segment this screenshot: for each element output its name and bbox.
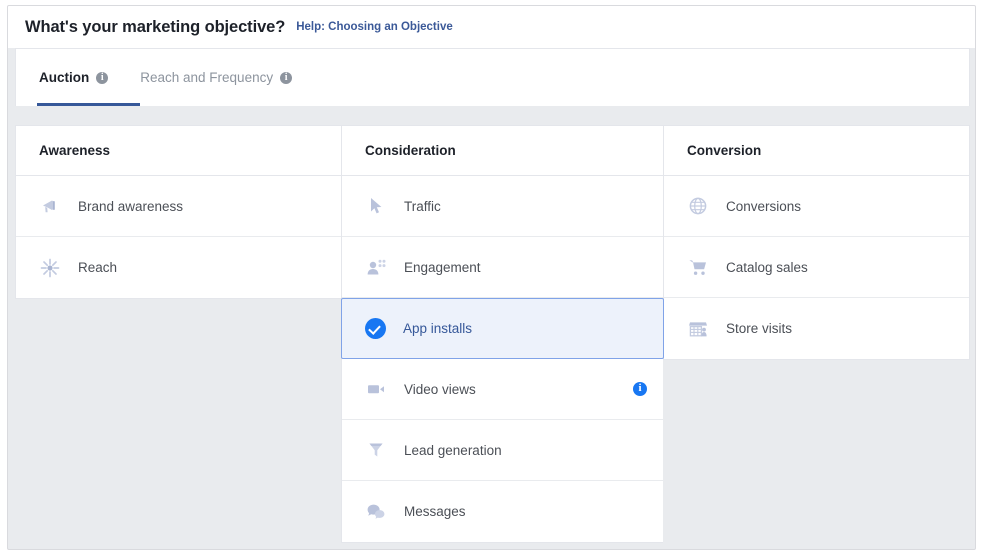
info-icon[interactable] <box>96 72 108 84</box>
objective-label: Store visits <box>726 321 792 336</box>
objective-label: Catalog sales <box>726 260 808 275</box>
objective-grid: Awareness Brand awareness <box>15 125 970 543</box>
megaphone-icon <box>39 195 61 217</box>
tab-auction-label: Auction <box>39 70 89 85</box>
help-choosing-objective-link[interactable]: Help: Choosing an Objective <box>296 21 453 33</box>
objective-engagement[interactable]: Engagement <box>342 237 663 298</box>
objective-conversions[interactable]: Conversions <box>664 176 969 237</box>
column-consideration: Consideration Traffic <box>341 125 663 543</box>
check-circle-icon <box>365 318 386 339</box>
objective-lead-generation[interactable]: Lead generation <box>342 420 663 481</box>
objective-selector-screen: What's your marketing objective? Help: C… <box>0 0 983 555</box>
objective-app-installs[interactable]: App installs <box>341 298 664 359</box>
starburst-icon <box>39 257 61 279</box>
objective-label: Lead generation <box>404 443 502 458</box>
objective-label: Brand awareness <box>78 199 183 214</box>
objective-label: Engagement <box>404 260 481 275</box>
people-icon <box>365 256 387 278</box>
objective-traffic[interactable]: Traffic <box>342 176 663 237</box>
objective-label: Messages <box>404 504 466 519</box>
page-title: What's your marketing objective? <box>25 18 285 37</box>
objective-messages[interactable]: Messages <box>342 481 663 542</box>
column-header-conversion: Conversion <box>664 126 969 176</box>
globe-icon <box>687 195 709 217</box>
info-icon[interactable] <box>633 382 647 396</box>
objective-label: Video views <box>404 382 476 397</box>
tab-auction[interactable]: Auction <box>23 49 124 106</box>
funnel-icon <box>365 439 387 461</box>
objective-brand-awareness[interactable]: Brand awareness <box>16 176 341 237</box>
objective-label: Conversions <box>726 199 801 214</box>
tab-bar: Auction Reach and Frequency <box>15 48 970 106</box>
cursor-arrow-icon <box>365 195 387 217</box>
shopping-cart-icon <box>687 256 709 278</box>
info-icon[interactable] <box>280 72 292 84</box>
objective-label: Reach <box>78 260 117 275</box>
column-conversion: Conversion Conversions <box>663 125 970 360</box>
objective-catalog-sales[interactable]: Catalog sales <box>664 237 969 298</box>
objective-video-views[interactable]: Video views <box>342 359 663 420</box>
tab-reach-and-frequency-label: Reach and Frequency <box>140 70 273 85</box>
objective-label: Traffic <box>404 199 441 214</box>
speech-bubbles-icon <box>365 501 387 523</box>
objective-card: What's your marketing objective? Help: C… <box>7 5 976 550</box>
objective-label: App installs <box>403 321 472 336</box>
storefront-icon <box>687 318 709 340</box>
title-bar: What's your marketing objective? Help: C… <box>8 6 975 48</box>
column-header-awareness: Awareness <box>16 126 341 176</box>
tab-reach-and-frequency[interactable]: Reach and Frequency <box>124 49 308 106</box>
column-awareness: Awareness Brand awareness <box>15 125 341 299</box>
column-header-consideration: Consideration <box>342 126 663 176</box>
objective-reach[interactable]: Reach <box>16 237 341 298</box>
video-camera-icon <box>365 378 387 400</box>
objective-store-visits[interactable]: Store visits <box>664 298 969 359</box>
